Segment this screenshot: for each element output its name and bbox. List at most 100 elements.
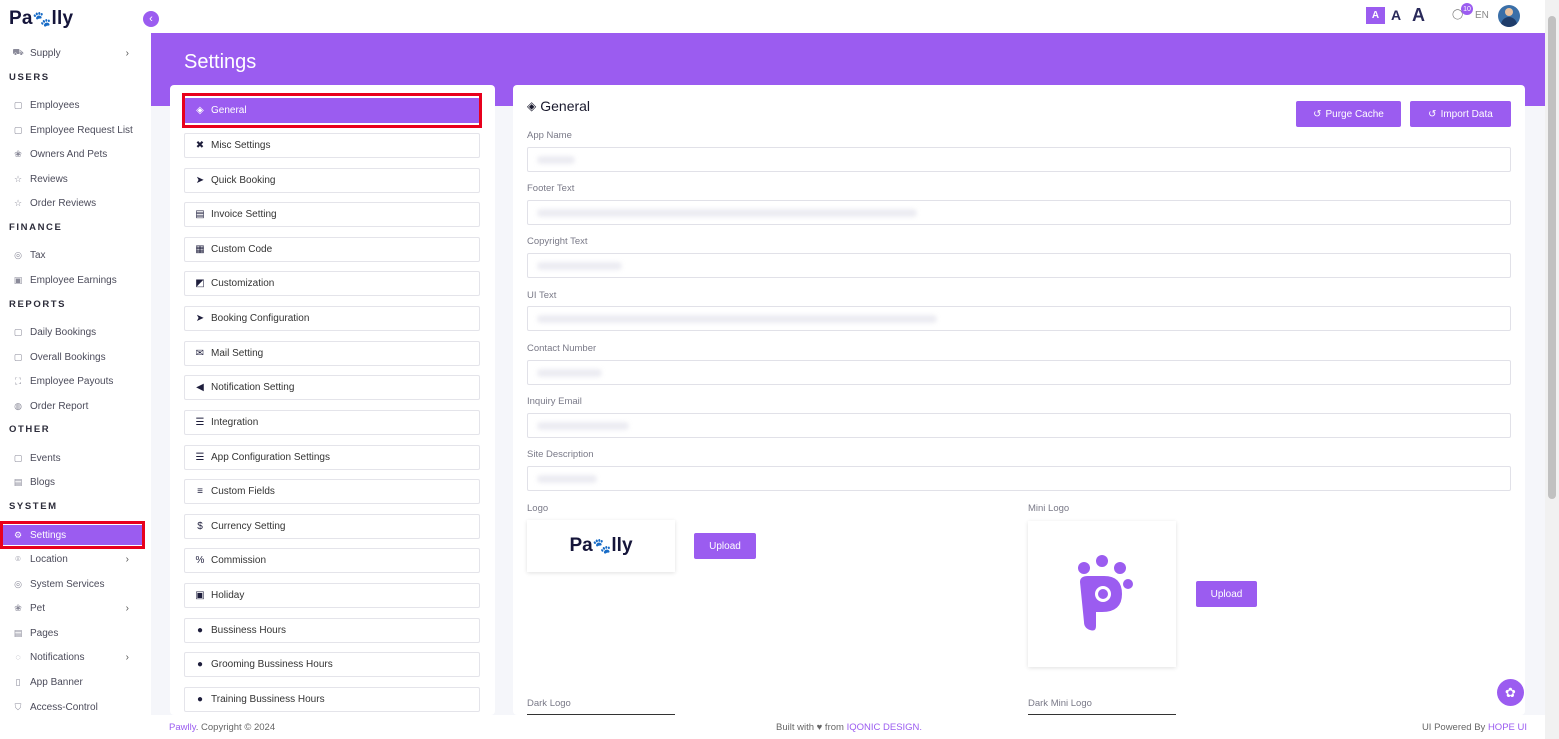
language-selector[interactable]: EN bbox=[1475, 10, 1489, 21]
megaphone-icon: ◀ bbox=[196, 382, 204, 393]
settings-menu-commission[interactable]: % Commission bbox=[184, 548, 480, 573]
paw-icon: ❀ bbox=[14, 148, 22, 159]
sidebar-collapse-button[interactable]: ‹ bbox=[143, 11, 159, 27]
floating-paw-button[interactable]: ✿ bbox=[1497, 679, 1524, 706]
sidebar-item-employee-earnings[interactable]: ▣ Employee Earnings bbox=[0, 269, 151, 291]
sidebar-item-notifications[interactable]: ◌ Notifications › bbox=[0, 646, 151, 668]
sidebar-item-order-reviews[interactable]: ☆ Order Reviews bbox=[0, 192, 151, 214]
paper-plane-icon: ➤ bbox=[195, 175, 205, 186]
logo-preview: Pa🐾lly bbox=[527, 520, 675, 572]
sidebar-item-app-banner[interactable]: ▯ App Banner bbox=[0, 671, 151, 693]
page-scrollbar[interactable] bbox=[1545, 0, 1559, 739]
settings-menu-holiday[interactable]: ▣ Holiday bbox=[184, 583, 480, 608]
footer-brand-link[interactable]: Pawlly bbox=[169, 722, 196, 733]
mini-logo-upload-button[interactable]: Upload bbox=[1196, 581, 1257, 607]
nav-section-users: USERS bbox=[9, 72, 50, 83]
settings-menu-bussiness-hours[interactable]: ● Bussiness Hours bbox=[184, 618, 480, 643]
settings-menu-booking-configuration[interactable]: ➤ Booking Configuration bbox=[184, 306, 480, 331]
settings-menu-notification-setting[interactable]: ◀ Notification Setting bbox=[184, 375, 480, 400]
footer-powered-by: UI Powered By HOPE UI bbox=[1421, 722, 1527, 733]
settings-menu-grooming-bussiness-hours[interactable]: ● Grooming Bussiness Hours bbox=[184, 652, 480, 677]
chevron-right-icon: › bbox=[125, 47, 129, 59]
refresh-icon: ↺ bbox=[1313, 108, 1322, 120]
clock-icon: ● bbox=[196, 625, 204, 636]
footer-hope-ui-link[interactable]: HOPE UI bbox=[1488, 722, 1527, 733]
brand-logo[interactable]: Pa🐾lly bbox=[9, 8, 73, 30]
sidebar-item-owners-and-pets[interactable]: ❀ Owners And Pets bbox=[0, 143, 151, 165]
sidebar-item-access-control[interactable]: ⛉ Access-Control bbox=[0, 696, 151, 718]
sidebar-item-pages[interactable]: ▤ Pages bbox=[0, 622, 151, 644]
paper-plane-icon: ➤ bbox=[195, 313, 205, 324]
settings-menu-customization[interactable]: ◩ Customization bbox=[184, 271, 480, 296]
user-avatar[interactable] bbox=[1498, 5, 1520, 27]
paw-icon: 🐾 bbox=[32, 11, 52, 28]
settings-menu-invoice-setting[interactable]: ▤ Invoice Setting bbox=[184, 202, 480, 227]
contact-number-input[interactable] bbox=[527, 360, 1511, 385]
settings-menu-integration[interactable]: ☰ Integration bbox=[184, 410, 480, 435]
sidebar-item-tax[interactable]: ◎ Tax bbox=[0, 244, 151, 266]
sidebar-item-events[interactable]: ▢ Events bbox=[0, 447, 151, 469]
sliders-icon: ☰ bbox=[195, 417, 205, 428]
circle-icon: ◎ bbox=[14, 249, 22, 260]
logo-upload-button[interactable]: Upload bbox=[694, 533, 756, 559]
inquiry-email-input[interactable] bbox=[527, 413, 1511, 438]
truck-icon: ⛟ bbox=[12, 47, 24, 57]
copyright-text-input[interactable] bbox=[527, 253, 1511, 278]
code-file-icon: ▦ bbox=[195, 244, 205, 255]
settings-menu-mail-setting[interactable]: ✉ Mail Setting bbox=[184, 341, 480, 366]
sidebar-item-order-report[interactable]: ◍ Order Report bbox=[0, 395, 151, 417]
palette-icon: ◩ bbox=[195, 278, 205, 289]
ui-text-input[interactable] bbox=[527, 306, 1511, 331]
calendar-icon: ▢ bbox=[13, 99, 23, 110]
site-description-label: Site Description bbox=[527, 449, 594, 460]
calendar-icon: ▢ bbox=[13, 351, 23, 362]
site-description-input[interactable] bbox=[527, 466, 1511, 491]
chevron-right-icon: › bbox=[125, 651, 129, 663]
sidebar-item-overall-bookings[interactable]: ▢ Overall Bookings bbox=[0, 346, 151, 368]
scrollbar-thumb[interactable] bbox=[1548, 16, 1556, 499]
sidebar-item-supply[interactable]: ⛟ Supply › bbox=[0, 42, 151, 64]
settings-menu-custom-fields[interactable]: ≡ Custom Fields bbox=[184, 479, 480, 504]
settings-menu-misc-settings[interactable]: ✖ Misc Settings bbox=[184, 133, 480, 158]
sidebar-item-location[interactable]: ⌾ Location › bbox=[0, 548, 151, 570]
footer-company-link[interactable]: IQONIC DESIGN. bbox=[847, 722, 922, 733]
font-size-small-button[interactable]: A bbox=[1366, 7, 1385, 24]
footer-text-input[interactable] bbox=[527, 200, 1511, 225]
sidebar-item-employees[interactable]: ▢ Employees bbox=[0, 94, 151, 116]
settings-menu-quick-booking[interactable]: ➤ Quick Booking bbox=[184, 168, 480, 193]
star-icon: ☆ bbox=[13, 197, 23, 208]
percent-icon: % bbox=[195, 555, 205, 566]
sidebar-item-pet[interactable]: ❀ Pet › bbox=[0, 597, 151, 619]
sidebar: Pa🐾lly ⛟ Supply › USERS ▢ Employees ▢ Employ… bbox=[0, 0, 151, 739]
sidebar-item-employee-payouts[interactable]: ⛶ Employee Payouts bbox=[0, 370, 151, 392]
settings-menu-currency-setting[interactable]: $ Currency Setting bbox=[184, 514, 480, 539]
globe-icon: ◍ bbox=[14, 400, 22, 411]
sidebar-item-settings[interactable]: ⚙ Settings bbox=[3, 525, 143, 545]
settings-menu-training-bussiness-hours[interactable]: ● Training Bussiness Hours bbox=[184, 687, 480, 712]
sidebar-item-system-services[interactable]: ◎ System Services bbox=[0, 573, 151, 595]
sidebar-item-reviews[interactable]: ☆ Reviews bbox=[0, 168, 151, 190]
top-bar bbox=[151, 0, 1545, 33]
sidebar-item-daily-bookings[interactable]: ▢ Daily Bookings bbox=[0, 321, 151, 343]
calendar-icon: ▣ bbox=[195, 590, 205, 601]
ui-text-label: UI Text bbox=[527, 290, 557, 301]
app-name-input[interactable] bbox=[527, 147, 1511, 172]
sidebar-item-employee-request-list[interactable]: ▢ Employee Request List bbox=[0, 119, 151, 141]
settings-menu-general[interactable]: ◈ General bbox=[184, 98, 480, 123]
paw-logo-icon bbox=[1078, 555, 1133, 631]
sidebar-item-blogs[interactable]: ▤ Blogs bbox=[0, 471, 151, 493]
star-icon: ☆ bbox=[13, 173, 23, 184]
font-size-medium-button[interactable]: A bbox=[1391, 7, 1401, 23]
settings-menu-custom-code[interactable]: ▦ Custom Code bbox=[184, 237, 480, 262]
page-title: Settings bbox=[184, 51, 257, 73]
font-size-large-button[interactable]: A bbox=[1412, 5, 1425, 26]
document-icon: ▤ bbox=[195, 209, 205, 220]
calendar-icon: ▢ bbox=[13, 124, 23, 135]
chevron-right-icon: › bbox=[125, 602, 129, 614]
paw-icon: 🐾 bbox=[592, 538, 612, 555]
settings-menu-app-configuration-settings[interactable]: ☰ App Configuration Settings bbox=[184, 445, 480, 470]
purge-cache-button[interactable]: ↺ Purge Cache bbox=[1296, 101, 1401, 127]
settings-menu: ◈ General ✖ Misc Settings ➤ Quick Booking ▤… bbox=[170, 85, 495, 715]
import-data-button[interactable]: ↺ Import Data bbox=[1410, 101, 1511, 127]
wallet-icon: ▣ bbox=[13, 274, 23, 285]
